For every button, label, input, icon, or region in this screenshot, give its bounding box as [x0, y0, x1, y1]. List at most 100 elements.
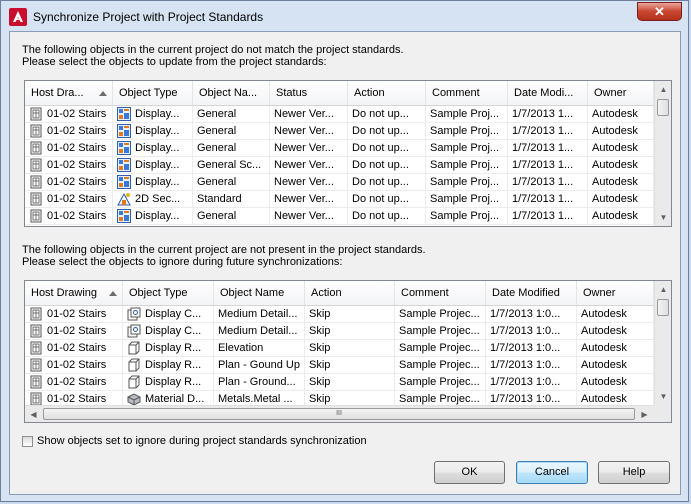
- vertical-scrollbar[interactable]: ▲ ▼: [654, 281, 671, 405]
- cell-text: Autodesk: [592, 193, 638, 205]
- drawing-icon: [29, 392, 43, 406]
- table-cell: 1/7/2013 1...: [508, 140, 588, 157]
- table-cell: Sample Projec...: [395, 374, 486, 391]
- column-header-label: Owner: [583, 287, 616, 299]
- column-header[interactable]: Host Drawing: [25, 281, 123, 305]
- scroll-right-icon[interactable]: ▶: [636, 406, 653, 422]
- column-header[interactable]: Object Type: [113, 81, 193, 105]
- table-row[interactable]: 01-02 Stairs Display R... Plan - Ground...…: [25, 374, 654, 391]
- scroll-up-icon[interactable]: ▲: [655, 81, 671, 98]
- cell-text: Do not up...: [352, 210, 409, 222]
- close-button[interactable]: ✕: [637, 2, 682, 21]
- cell-text: Sample Proj...: [430, 125, 500, 137]
- column-header-label: Comment: [432, 87, 480, 99]
- table-row[interactable]: 01-02 Stairs Display... General Newer Ver..…: [25, 140, 654, 157]
- column-header[interactable]: Comment: [426, 81, 508, 105]
- cell-text: Display R...: [145, 376, 202, 388]
- table-row[interactable]: 01-02 Stairs 2D Sec... Standard Newer Ver..…: [25, 191, 654, 208]
- column-header[interactable]: Comment: [395, 281, 486, 305]
- cell-text: Autodesk: [592, 125, 638, 137]
- table-row[interactable]: 01-02 Stairs Display... General Newer Ver..…: [25, 174, 654, 191]
- scroll-up-icon[interactable]: ▲: [655, 281, 671, 298]
- table-cell: Skip: [305, 306, 395, 323]
- cell-text: Metals.Metal ...: [218, 393, 293, 405]
- table-cell: 01-02 Stairs: [25, 157, 113, 174]
- table-cell: Autodesk: [588, 106, 654, 123]
- table-row[interactable]: 01-02 Stairs Display R... Elevation Skip Sam…: [25, 340, 654, 357]
- table-row[interactable]: 01-02 Stairs Display... General Newer Ver..…: [25, 208, 654, 225]
- table-cell: Skip: [305, 340, 395, 357]
- column-header[interactable]: Action: [348, 81, 426, 105]
- column-header[interactable]: Object Na...: [193, 81, 270, 105]
- column-header[interactable]: Owner: [588, 81, 654, 105]
- list-body: 01-02 Stairs Display C... Medium Detail...…: [25, 306, 654, 408]
- scroll-thumb[interactable]: [657, 299, 669, 316]
- cell-text: Material D...: [145, 393, 205, 405]
- cell-text: Autodesk: [592, 210, 638, 222]
- scroll-thumb[interactable]: III: [43, 408, 635, 420]
- column-header[interactable]: Status: [270, 81, 348, 105]
- scroll-left-icon[interactable]: ◀: [25, 406, 42, 422]
- cell-text: Do not up...: [352, 176, 409, 188]
- cell-text: Elevation: [218, 342, 264, 354]
- table-cell: Sample Proj...: [426, 157, 508, 174]
- cell-text: General: [197, 142, 237, 154]
- cell-text: Autodesk: [581, 376, 627, 388]
- cell-text: Display R...: [145, 342, 202, 354]
- display-rep-icon: [127, 375, 141, 389]
- missing-objects-list[interactable]: Host Drawing Object Type Object Name Action…: [24, 280, 672, 423]
- drawing-icon: [29, 324, 43, 338]
- cell-text: 01-02 Stairs: [47, 108, 107, 120]
- cancel-button[interactable]: Cancel: [516, 461, 588, 484]
- material-icon: [127, 392, 141, 406]
- column-header[interactable]: Date Modified: [486, 281, 577, 305]
- scroll-down-icon[interactable]: ▼: [655, 209, 671, 226]
- drawing-icon: [29, 158, 43, 172]
- horizontal-scrollbar[interactable]: ◀ III ▶: [25, 405, 654, 422]
- column-header-label: Object Name: [220, 287, 285, 299]
- cell-text: 01-02 Stairs: [47, 393, 107, 405]
- table-row[interactable]: 01-02 Stairs Display C... Medium Detail...…: [25, 323, 654, 340]
- column-header[interactable]: Object Type: [123, 281, 214, 305]
- table-row[interactable]: 01-02 Stairs Display R... Plan - Gound Up S…: [25, 357, 654, 374]
- list-header: Host Dra... Object Type Object Na... Status…: [25, 81, 654, 106]
- table-cell: Autodesk: [588, 140, 654, 157]
- table-cell: 01-02 Stairs: [25, 123, 113, 140]
- ok-button[interactable]: OK: [434, 461, 505, 484]
- table-cell: Sample Projec...: [395, 306, 486, 323]
- help-button[interactable]: Help: [598, 461, 670, 484]
- vertical-scrollbar[interactable]: ▲ ▼: [654, 81, 671, 226]
- table-row[interactable]: 01-02 Stairs Display... General Newer Ver..…: [25, 106, 654, 123]
- column-header[interactable]: Action: [305, 281, 395, 305]
- table-cell: 01-02 Stairs: [25, 140, 113, 157]
- cell-text: Display...: [135, 108, 180, 120]
- column-header-label: Action: [354, 87, 385, 99]
- cell-text: General: [197, 108, 237, 120]
- display-config-icon: [127, 324, 141, 338]
- dialog-body: The following objects in the current pro…: [9, 31, 681, 495]
- cell-text: 1/7/2013 1...: [512, 159, 574, 171]
- cell-text: 01-02 Stairs: [47, 142, 107, 154]
- title-bar[interactable]: Synchronize Project with Project Standar…: [1, 1, 688, 34]
- mismatch-instructions: The following objects in the current pro…: [22, 44, 404, 68]
- cell-text: 1/7/2013 1:0...: [490, 342, 561, 354]
- table-cell: 01-02 Stairs: [25, 106, 113, 123]
- column-header[interactable]: Owner: [577, 281, 654, 305]
- scroll-down-icon[interactable]: ▼: [655, 388, 671, 405]
- cell-text: Display C...: [145, 308, 202, 320]
- table-row[interactable]: 01-02 Stairs Display... General Newer Ver..…: [25, 123, 654, 140]
- table-cell: Sample Projec...: [395, 323, 486, 340]
- cell-text: Display R...: [145, 359, 202, 371]
- column-header[interactable]: Date Modi...: [508, 81, 588, 105]
- drawing-icon: [29, 209, 43, 223]
- column-header[interactable]: Object Name: [214, 281, 305, 305]
- scroll-thumb[interactable]: [657, 99, 669, 116]
- table-row[interactable]: 01-02 Stairs Display C... Medium Detail...…: [25, 306, 654, 323]
- show-ignored-option[interactable]: Show objects set to ignore during projec…: [22, 435, 367, 447]
- table-row[interactable]: 01-02 Stairs Display... General Sc... Newer…: [25, 157, 654, 174]
- show-ignored-checkbox[interactable]: [22, 435, 33, 447]
- table-cell: 1/7/2013 1...: [508, 191, 588, 208]
- display-rep-icon: [127, 341, 141, 355]
- column-header[interactable]: Host Dra...: [25, 81, 113, 105]
- mismatch-objects-list[interactable]: Host Dra... Object Type Object Na... Status…: [24, 80, 672, 227]
